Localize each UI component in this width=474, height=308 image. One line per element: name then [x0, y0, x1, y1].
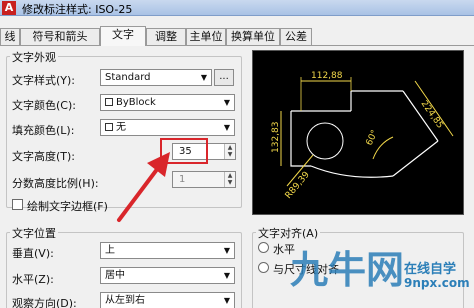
dim-left-text: 132,83 — [271, 122, 281, 154]
view-direction-label: 观察方向(D): — [12, 297, 77, 308]
chevron-down-icon: ▼ — [223, 98, 231, 107]
vertical-label: 垂直(V): — [12, 247, 54, 260]
chevron-up-icon[interactable]: ▲ — [225, 172, 235, 179]
dim-angle-text: 60° — [365, 129, 381, 148]
fraction-height-value: 1 — [179, 174, 186, 185]
window-title: 修改标注样式: ISO-25 — [22, 3, 133, 16]
chevron-up-icon[interactable]: ▲ — [225, 144, 235, 151]
view-direction-select[interactable]: 从左到右 ▼ — [100, 292, 235, 308]
chevron-down-icon: ▼ — [223, 296, 231, 305]
text-frame-checkbox[interactable] — [12, 199, 23, 210]
text-appearance-title: 文字外观 — [10, 49, 58, 65]
title-bar: A 修改标注样式: ISO-25 — [0, 0, 474, 16]
arrow-head — [147, 152, 170, 177]
chevron-down-icon[interactable]: ▼ — [225, 179, 235, 186]
autocad-logo-icon: A — [2, 1, 16, 15]
text-height-label: 文字高度(T): — [12, 150, 76, 163]
color-swatch-icon — [105, 98, 113, 106]
text-position-title: 文字位置 — [10, 225, 58, 241]
preview-drawing: 112,88 132,83 224,85 60° R89,39 — [271, 71, 454, 201]
stepper-buttons[interactable]: ▲ ▼ — [224, 172, 235, 187]
chevron-down-icon: ▼ — [223, 271, 231, 280]
dimension-preview: 112,88 132,83 224,85 60° R89,39 — [252, 50, 464, 215]
fill-color-label: 填充颜色(L): — [12, 124, 75, 137]
chevron-down-icon: ▼ — [200, 73, 208, 82]
text-frame-label: 绘制文字边框(F) — [27, 200, 108, 213]
text-alignment-title: 文字对齐(A) — [256, 225, 321, 241]
text-style-label: 文字样式(Y): — [12, 74, 76, 87]
chevron-down-icon: ▼ — [223, 123, 231, 132]
align-dimline-radio[interactable] — [258, 262, 269, 273]
dim-right-text: 224,85 — [419, 99, 445, 131]
outline-right — [392, 140, 439, 177]
preview-circle — [306, 122, 344, 160]
watermark-url: 9npx.com — [404, 276, 470, 290]
dim-top-text: 112,88 — [311, 71, 343, 81]
tab-alternate-units[interactable]: 换算单位 — [226, 28, 280, 45]
watermark-brand: 九牛网 — [290, 248, 405, 292]
tab-fit[interactable]: 调整 — [146, 28, 186, 45]
tab-primary-units[interactable]: 主单位 — [186, 28, 226, 45]
fraction-height-label: 分数高度比例(H): — [12, 177, 99, 190]
tab-text[interactable]: 文字 — [100, 26, 146, 46]
outline-left — [290, 111, 311, 167]
outline-bottom-arc — [310, 165, 394, 178]
tab-divider — [0, 45, 474, 46]
tab-symbols-arrows[interactable]: 符号和箭头 — [20, 28, 100, 45]
align-horizontal-radio[interactable] — [258, 242, 269, 253]
vertical-value: 上 — [105, 245, 115, 256]
annotation-arrow — [117, 152, 170, 222]
text-style-value: Standard — [105, 72, 151, 83]
vertical-select[interactable]: 上 ▼ — [100, 242, 235, 259]
horizontal-label: 水平(Z): — [12, 273, 54, 286]
fill-color-select[interactable]: 无 ▼ — [100, 119, 235, 136]
text-color-value: ByBlock — [116, 97, 156, 108]
horizontal-select[interactable]: 居中 ▼ — [100, 267, 235, 284]
chevron-down-icon[interactable]: ▼ — [225, 151, 235, 158]
text-style-select[interactable]: Standard ▼ — [100, 69, 212, 86]
tab-tolerances[interactable]: 公差 — [280, 28, 312, 45]
text-style-browse-button[interactable]: ... — [214, 69, 234, 86]
chevron-down-icon: ▼ — [223, 246, 231, 255]
arrow-shaft — [117, 162, 163, 222]
view-direction-value: 从左到右 — [105, 295, 145, 306]
color-swatch-icon — [105, 123, 113, 131]
text-color-select[interactable]: ByBlock ▼ — [100, 94, 235, 111]
fraction-height-stepper[interactable]: 1 ▲ ▼ — [172, 171, 236, 188]
tab-lines[interactable]: 线 — [0, 28, 20, 45]
watermark-slogan: 在线自学 — [404, 262, 457, 277]
horizontal-value: 居中 — [105, 270, 125, 281]
text-color-label: 文字颜色(C): — [12, 99, 76, 112]
stepper-buttons[interactable]: ▲ ▼ — [224, 144, 235, 159]
fill-color-value: 无 — [116, 122, 126, 133]
